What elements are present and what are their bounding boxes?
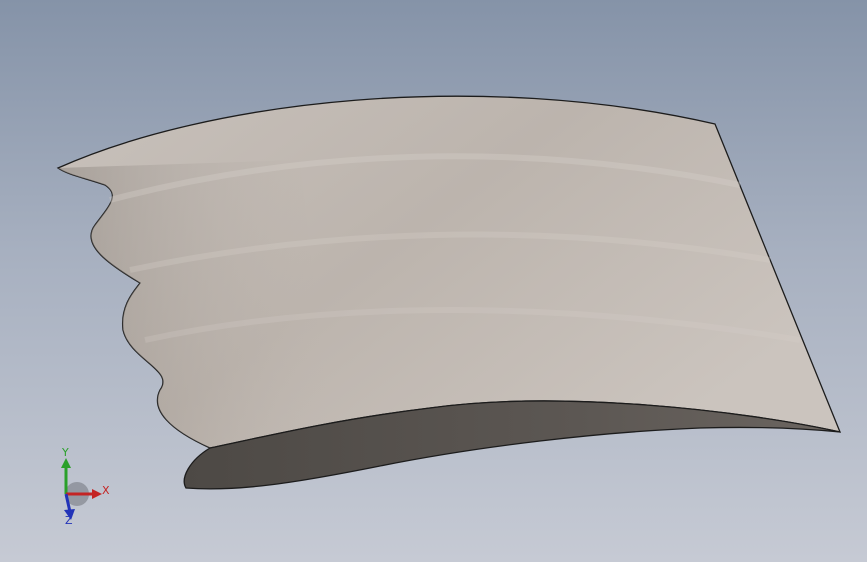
graphics-viewport[interactable]: Y X Z (0, 0, 867, 562)
y-axis-label: Y (61, 446, 69, 459)
x-axis-label: X (102, 484, 110, 497)
z-axis-label: Z (65, 514, 73, 526)
x-axis-arrow-icon (92, 489, 102, 499)
y-axis-arrow-icon (61, 458, 71, 468)
model-view[interactable] (0, 0, 867, 562)
reference-triad[interactable]: Y X Z (44, 446, 124, 526)
blade-wave-shading (58, 160, 330, 448)
